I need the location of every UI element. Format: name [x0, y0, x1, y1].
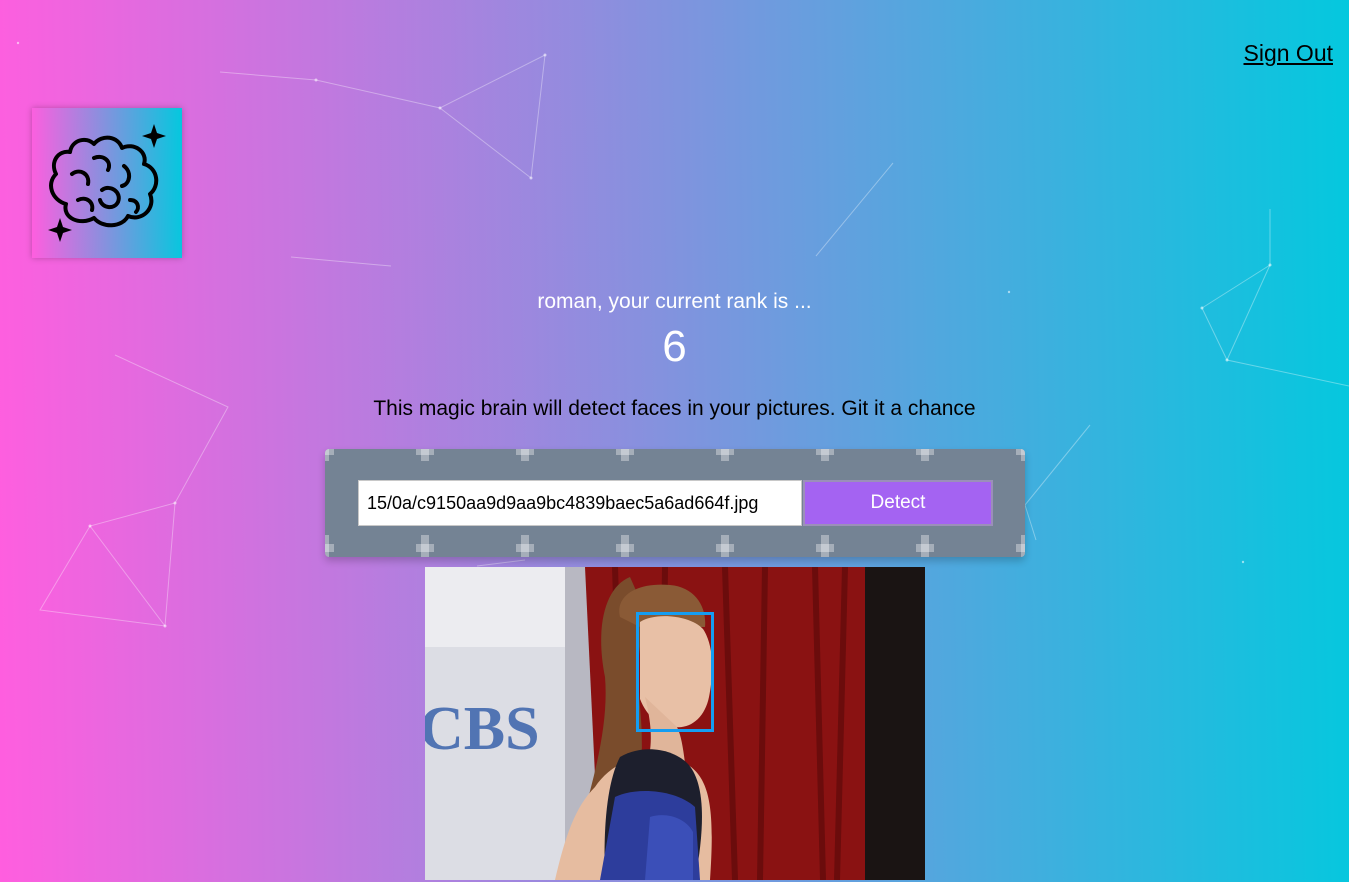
rank-value: 6 — [662, 322, 687, 371]
sparkle-bottom — [48, 218, 72, 242]
detect-button[interactable]: Detect — [803, 480, 993, 526]
image-url-input[interactable] — [358, 480, 802, 526]
brain-sparkles-icon — [48, 124, 166, 242]
sign-out-link[interactable]: Sign Out — [1244, 40, 1334, 67]
backdrop-logo-text: CBS — [425, 695, 540, 763]
face-bounding-box — [636, 612, 714, 732]
app-description: This magic brain will detect faces in yo… — [373, 397, 976, 420]
sparkle-top — [142, 124, 166, 148]
image-link-form: Detect — [325, 449, 1025, 557]
detection-image: CBS — [425, 567, 925, 880]
rank-greeting: roman, your current rank is ... — [537, 290, 812, 313]
app-logo — [32, 108, 182, 258]
